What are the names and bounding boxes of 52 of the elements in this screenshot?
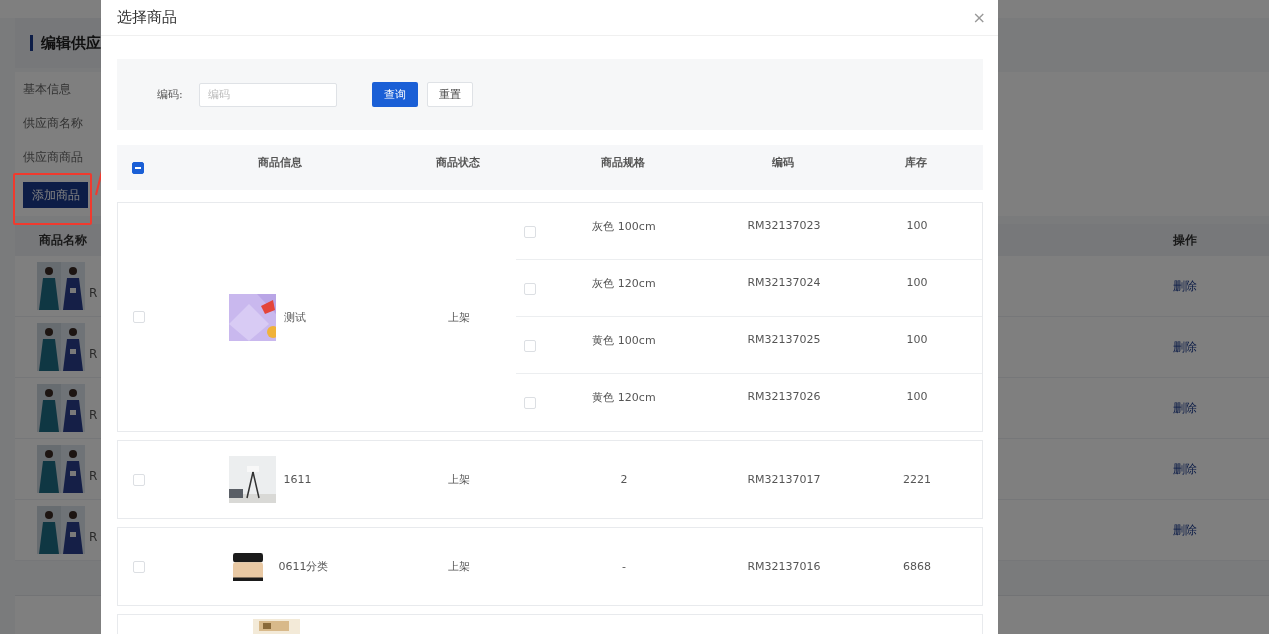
spec-cell-text: 黄色 120cm	[591, 390, 657, 406]
add-goods-button[interactable]: 添加商品	[23, 182, 88, 208]
delete-link[interactable]: 删除	[1173, 277, 1253, 295]
product-name: 1611	[283, 473, 313, 486]
column-header: 商品信息	[257, 155, 303, 170]
column-header: 编码	[771, 155, 795, 170]
product-status: 上架	[447, 472, 471, 487]
reset-button[interactable]: 重置	[427, 82, 473, 107]
code-input[interactable]: 编码	[199, 82, 337, 107]
delete-link[interactable]: 删除	[1173, 460, 1253, 478]
product-status: 上架	[447, 309, 471, 325]
code-cell-text: RM32137017	[746, 473, 822, 486]
stock-cell-text: 6868	[902, 560, 932, 573]
stock-cell-text: 100	[905, 276, 929, 291]
code-cell-text: RM32137026	[746, 390, 822, 405]
field-label: 供应商名称	[23, 114, 83, 132]
field-label: 编码:	[157, 87, 184, 102]
stock-cell-text: 100	[905, 333, 929, 348]
column-header: 商品规格	[600, 155, 646, 170]
product-status: 上架	[447, 559, 471, 574]
page-title: 编辑供应	[41, 33, 101, 53]
delete-link[interactable]: 删除	[1173, 338, 1253, 356]
column-header: 操作	[1173, 231, 1198, 249]
code-cell-text: RM32137023	[746, 219, 822, 234]
product-code: R	[89, 529, 98, 545]
product-name: 0611分类	[278, 559, 329, 574]
product-name: 测试	[283, 309, 307, 325]
code-cell-text: RM32137016	[746, 560, 822, 573]
column-header: 商品名称	[38, 231, 88, 249]
dialog-title: 选择商品	[117, 8, 177, 27]
field-label: 供应商商品	[23, 148, 83, 166]
product-code: R	[89, 346, 98, 362]
code-cell-text: RM32137024	[746, 276, 822, 291]
code-cell-text: RM32137025	[746, 333, 822, 348]
column-header: 商品状态	[435, 155, 481, 170]
section-label: 基本信息	[23, 80, 71, 98]
query-button[interactable]: 查询	[372, 82, 418, 107]
spec-cell-text: 灰色 120cm	[591, 276, 657, 292]
spec-cell-text: -	[621, 560, 627, 573]
spec-cell-text: 黄色 100cm	[591, 333, 657, 349]
stock-cell-text: 2221	[902, 473, 932, 486]
stock-cell-text: 100	[905, 219, 929, 234]
product-code: R	[89, 468, 98, 484]
spec-cell-text: 2	[619, 473, 629, 486]
close-button[interactable]: ×	[972, 8, 986, 27]
delete-link[interactable]: 删除	[1173, 521, 1253, 539]
delete-link[interactable]: 删除	[1173, 399, 1253, 417]
spec-cell-text: 灰色 100cm	[591, 219, 657, 235]
product-code: R	[89, 407, 98, 423]
column-header: 库存	[904, 155, 928, 170]
product-code: R	[89, 285, 98, 301]
stock-cell-text: 100	[905, 390, 929, 405]
